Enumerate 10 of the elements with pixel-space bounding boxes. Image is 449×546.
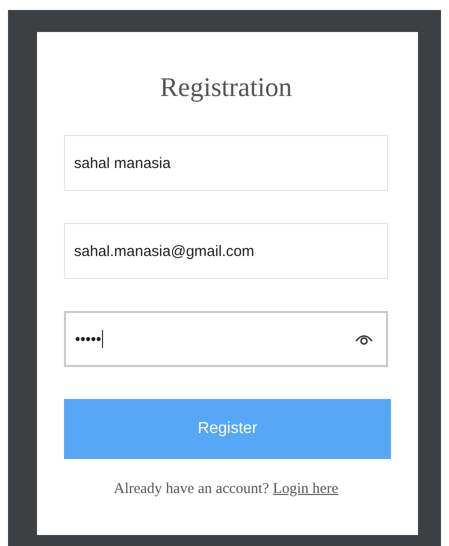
form-title: Registration bbox=[159, 72, 293, 103]
field-value: ••••• bbox=[75, 330, 102, 348]
field-value: sahal manasia bbox=[74, 154, 171, 172]
input-field[interactable]: sahal.manasia@gmail.com bbox=[64, 223, 388, 279]
account-prompt: Already have an account? bbox=[114, 481, 270, 497]
text-cursor bbox=[102, 330, 104, 348]
field-value: sahal.manasia@gmail.com bbox=[74, 242, 254, 260]
login-link[interactable]: Login here bbox=[272, 481, 338, 497]
input-field[interactable]: sahal manasia bbox=[64, 135, 388, 191]
input-field[interactable]: ••••• bbox=[64, 311, 388, 367]
